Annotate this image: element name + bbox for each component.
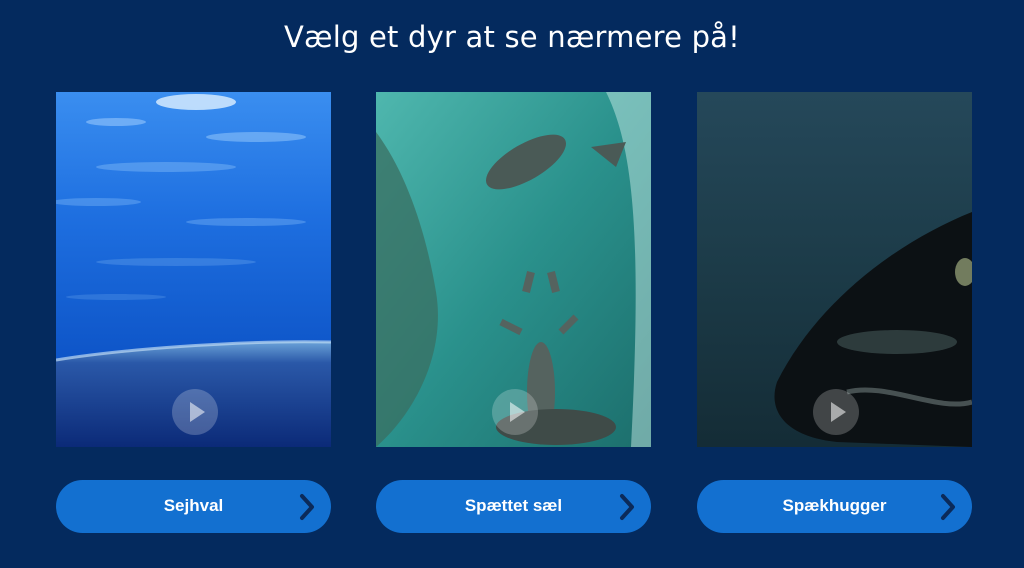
chevron-right-icon	[297, 492, 317, 522]
play-icon[interactable]	[492, 389, 538, 435]
button-label: Spættet sæl	[464, 496, 563, 515]
animal-card-sejhval: Sejhval	[56, 92, 331, 533]
chevron-right-icon	[617, 492, 637, 522]
select-sejhval-button[interactable]: Sejhval	[56, 480, 331, 533]
video-thumbnail-spaettet-sael[interactable]	[376, 92, 651, 447]
animal-card-spaekhugger: Spækhugger	[697, 92, 972, 533]
chevron-right-icon	[938, 492, 958, 522]
animal-card-spaettet-sael: Spættet sæl	[376, 92, 651, 533]
select-spaettet-sael-button[interactable]: Spættet sæl	[376, 480, 651, 533]
page-title: Vælg et dyr at se nærmere på!	[284, 20, 740, 54]
play-icon[interactable]	[172, 389, 218, 435]
select-spaekhugger-button[interactable]: Spækhugger	[697, 480, 972, 533]
play-icon[interactable]	[813, 389, 859, 435]
button-label: Spækhugger	[782, 496, 887, 515]
video-thumbnail-sejhval[interactable]	[56, 92, 331, 447]
button-label: Sejhval	[163, 496, 224, 515]
video-thumbnail-spaekhugger[interactable]	[697, 92, 972, 447]
